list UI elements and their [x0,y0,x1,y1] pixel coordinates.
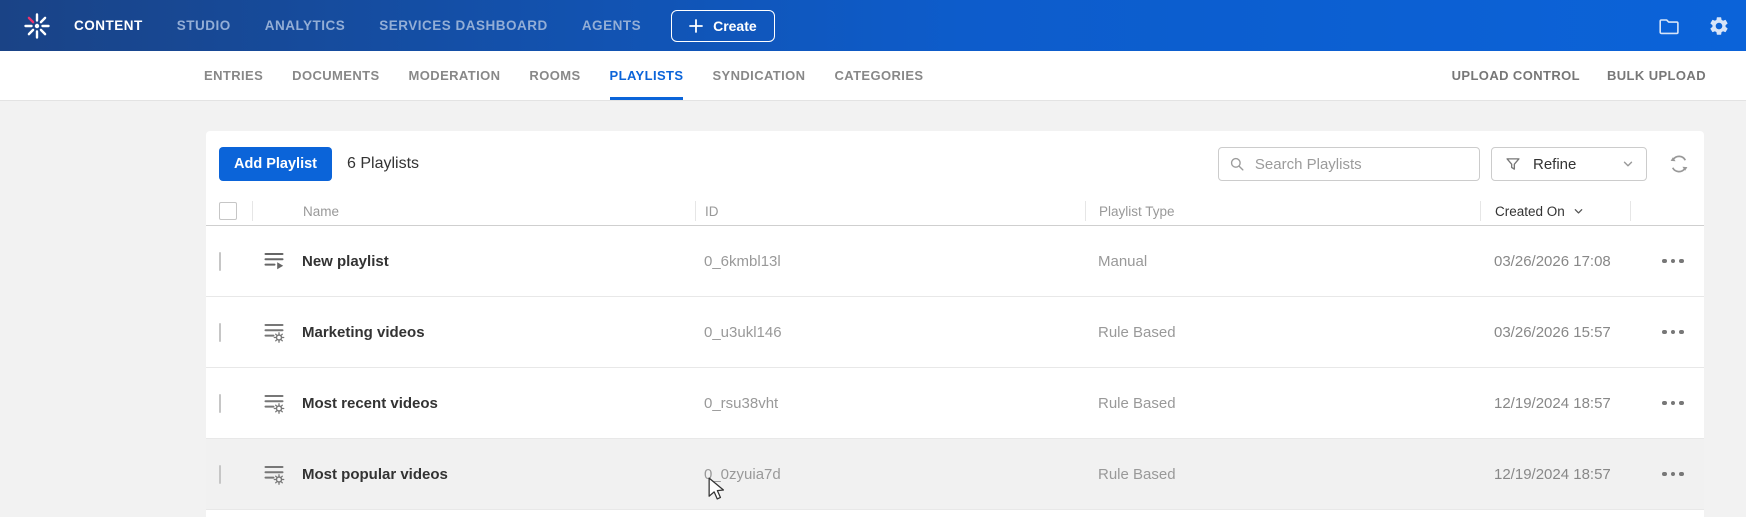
refine-button[interactable]: Refine [1491,147,1647,181]
playlist-type: Rule Based [1098,394,1176,412]
top-nav-analytics[interactable]: ANALYTICS [265,18,346,33]
table-row[interactable]: New playlist 0_6kmbl13l Manual 03/26/202… [206,226,1704,297]
playlist-rule-icon [264,324,285,343]
header-checkbox-cell [206,197,252,225]
bulk-upload-link[interactable]: BULK UPLOAD [1607,68,1706,83]
kaltura-logo-icon[interactable] [22,11,52,41]
tab-moderation[interactable]: MODERATION [409,51,501,100]
top-bar-actions [1657,14,1732,38]
tab-rooms[interactable]: ROOMS [529,51,580,100]
sort-chevron-down-icon[interactable] [1573,206,1584,217]
row-menu-button[interactable] [1660,324,1686,341]
plus-icon [689,18,703,33]
toolbar-right: Refine [1218,147,1691,181]
playlist-created-on: 03/26/2026 15:57 [1494,323,1611,341]
row-checkbox-cell [206,464,252,484]
row-checkbox-cell [206,322,252,342]
row-checkbox[interactable] [219,251,221,271]
playlist-name[interactable]: Most popular videos [302,466,448,483]
column-header-actions [1630,201,1704,221]
table-row[interactable]: Marketing videos 0_u3ukl146 Rule Based 0… [206,297,1704,368]
row-name-cell[interactable]: Most recent videos [252,391,695,415]
column-header-name: Name [252,201,695,221]
playlists-count: 6 Playlists [347,155,420,172]
playlists-toolbar: Add Playlist 6 Playlists Refine [206,131,1704,197]
upload-control-link[interactable]: UPLOAD CONTROL [1452,68,1580,83]
playlist-manual-icon [264,253,284,270]
sub-nav-links: UPLOAD CONTROL BULK UPLOAD [1452,68,1706,83]
top-nav-services-dashboard[interactable]: SERVICES DASHBOARD [379,18,548,33]
playlist-name[interactable]: Marketing videos [302,324,425,341]
playlist-rule-icon [264,466,285,485]
playlist-created-on: 03/26/2026 17:08 [1494,252,1611,270]
row-checkbox[interactable] [219,464,221,484]
playlist-id: 0_6kmbl13l [704,252,781,270]
row-checkbox-cell [206,393,252,413]
playlist-type: Rule Based [1098,323,1176,341]
refresh-icon[interactable] [1667,152,1691,176]
content-sub-nav: ENTRIES DOCUMENTS MODERATION ROOMS PLAYL… [0,51,1746,101]
folder-icon[interactable] [1657,14,1681,38]
table-row[interactable]: Most popular videos 0_0zyuia7d Rule Base… [206,439,1704,510]
tab-documents[interactable]: DOCUMENTS [292,51,379,100]
row-menu-button[interactable] [1660,466,1686,483]
row-checkbox-cell [206,251,252,271]
chevron-down-icon [1622,158,1634,170]
playlist-created-on: 12/19/2024 18:57 [1494,394,1611,412]
filter-icon [1506,158,1520,170]
top-nav: CONTENT STUDIO ANALYTICS SERVICES DASHBO… [74,18,641,33]
row-name-cell[interactable]: New playlist [252,249,695,273]
row-checkbox[interactable] [219,322,221,342]
column-header-created-on[interactable]: Created On [1480,201,1630,221]
row-checkbox[interactable] [219,393,221,413]
playlist-name[interactable]: Most recent videos [302,395,438,412]
tab-entries[interactable]: ENTRIES [204,51,263,100]
content-tabs: ENTRIES DOCUMENTS MODERATION ROOMS PLAYL… [204,51,923,100]
top-app-bar: CONTENT STUDIO ANALYTICS SERVICES DASHBO… [0,0,1746,51]
top-nav-studio[interactable]: STUDIO [177,18,231,33]
search-icon [1230,157,1244,171]
playlist-id: 0_u3ukl146 [704,323,782,341]
table-body: New playlist 0_6kmbl13l Manual 03/26/202… [206,226,1704,510]
tab-syndication[interactable]: SYNDICATION [712,51,805,100]
tab-playlists[interactable]: PLAYLISTS [609,51,684,100]
create-button-label: Create [713,17,757,34]
column-header-id: ID [695,201,1085,221]
refine-label: Refine [1533,155,1577,173]
search-input[interactable] [1252,154,1469,174]
create-button[interactable]: Create [671,9,775,42]
row-name-cell[interactable]: Most popular videos [252,462,695,486]
row-actions-cell [1630,466,1704,483]
created-on-label: Created On [1495,203,1565,219]
row-actions-cell [1630,395,1704,412]
playlist-type: Manual [1098,252,1148,270]
select-all-checkbox[interactable] [219,202,237,220]
add-playlist-button[interactable]: Add Playlist [219,147,332,181]
row-name-cell[interactable]: Marketing videos [252,320,695,344]
tab-categories[interactable]: CATEGORIES [834,51,923,100]
row-menu-button[interactable] [1660,395,1686,412]
playlist-type: Rule Based [1098,465,1176,483]
kmc-playlists-screen: CONTENT STUDIO ANALYTICS SERVICES DASHBO… [0,0,1746,517]
top-nav-content[interactable]: CONTENT [74,18,143,33]
search-box [1218,147,1480,181]
playlist-name[interactable]: New playlist [302,253,389,270]
gear-icon[interactable] [1708,15,1730,37]
table-row[interactable]: Most recent videos 0_rsu38vht Rule Based… [206,368,1704,439]
playlist-rule-icon [264,395,285,414]
playlist-id: 0_rsu38vht [704,394,779,412]
playlists-card: Add Playlist 6 Playlists Refine [206,131,1704,517]
table-header: Name ID Playlist Type Created On [206,197,1704,226]
row-actions-cell [1630,253,1704,270]
playlist-id: 0_0zyuia7d [704,465,781,483]
row-actions-cell [1630,324,1704,341]
top-nav-agents[interactable]: AGENTS [582,18,641,33]
column-header-playlist-type: Playlist Type [1085,201,1480,221]
row-menu-button[interactable] [1660,253,1686,270]
playlist-created-on: 12/19/2024 18:57 [1494,465,1611,483]
